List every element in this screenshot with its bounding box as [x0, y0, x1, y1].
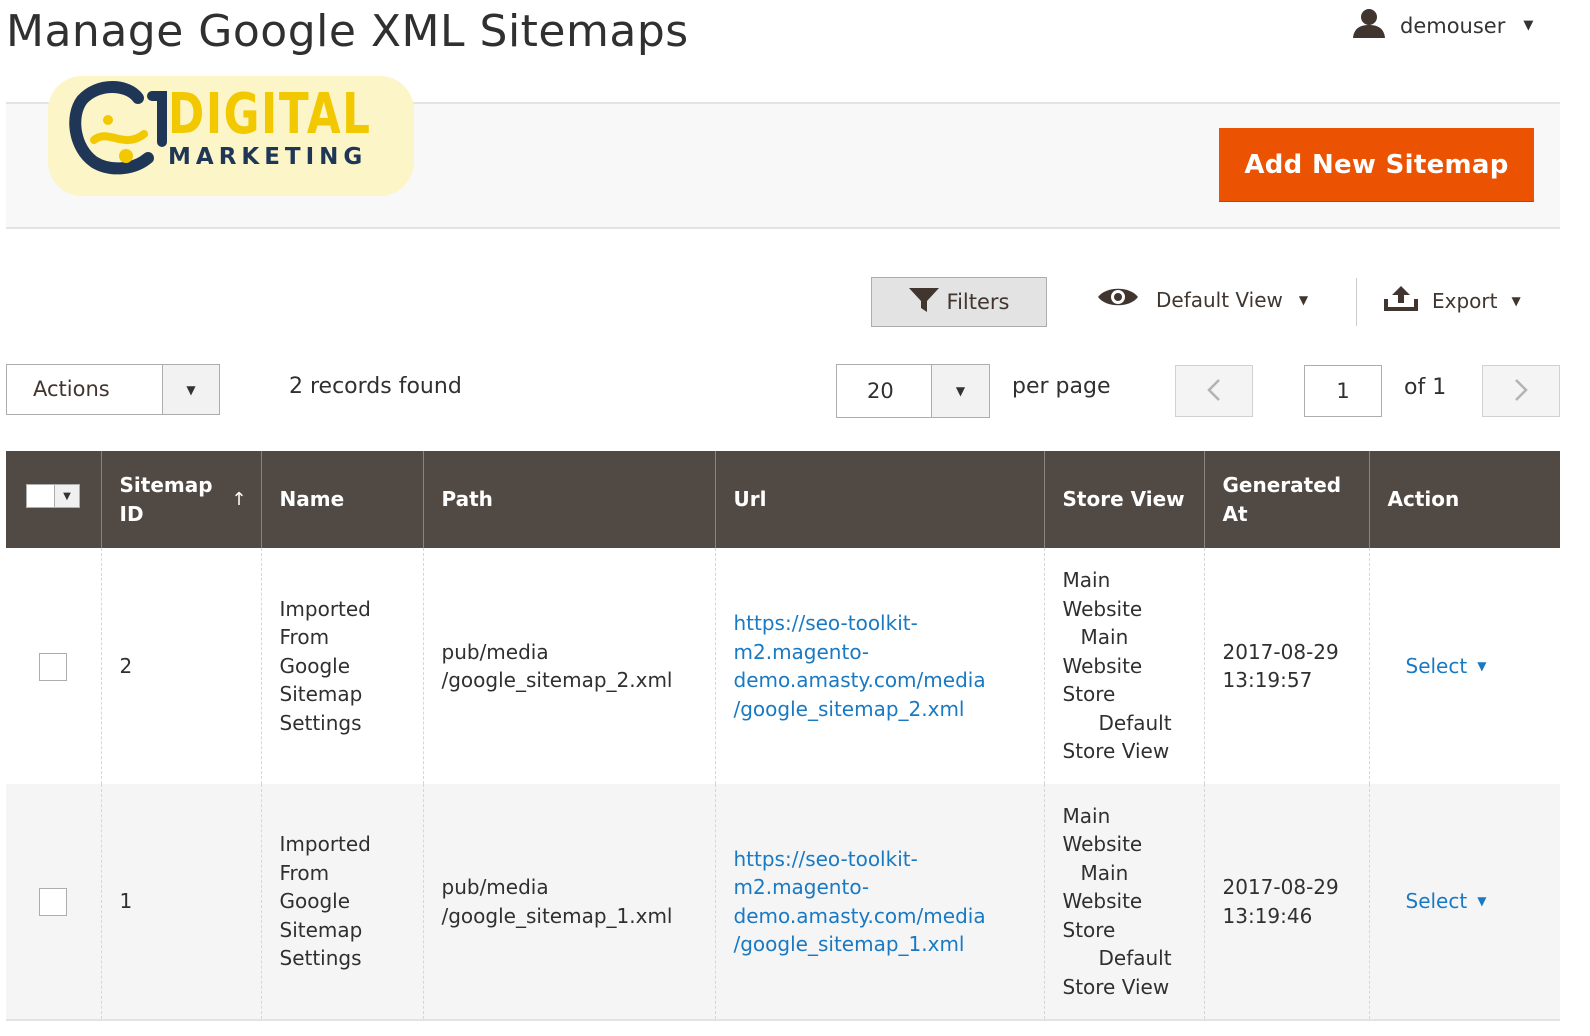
chevron-down-icon: ▼ [162, 365, 219, 414]
row-checkbox[interactable] [39, 652, 68, 681]
mass-actions-label: Actions [33, 377, 110, 401]
chevron-left-icon [1207, 375, 1221, 408]
sitemaps-grid: ▼ Sitemap ID ↑ Name Path Url Store View … [6, 451, 1560, 1021]
table-row: 2 Imported From Google Sitemap Settings … [6, 548, 1560, 784]
sitemap-url-link[interactable]: https://seo-toolkit- m2.magento- demo.am… [734, 609, 1026, 723]
path-cell: pub/media /google_sitemap_1.xml [422, 784, 715, 1021]
logo-text-marketing: MARKETING [168, 144, 368, 170]
user-menu[interactable]: demouser ▼ [1352, 8, 1533, 43]
per-page-dropdown[interactable]: 20 ▼ [836, 364, 990, 418]
records-found-count: 2 records found [289, 374, 462, 399]
default-view-label: Default View [1156, 287, 1283, 312]
default-view-dropdown[interactable]: Default View ▼ [1096, 285, 1308, 314]
chevron-down-icon: ▼ [1511, 293, 1521, 308]
previous-page-button[interactable] [1175, 365, 1253, 417]
column-sitemap-id[interactable]: Sitemap ID ↑ [100, 451, 261, 548]
user-icon [1352, 8, 1386, 43]
per-page-value: 20 [867, 379, 894, 403]
store-view-cell: Main Website Main Website Store Default … [1043, 784, 1204, 1021]
generated-at-cell: 2017-08-29 13:19:46 [1203, 784, 1369, 1021]
column-url[interactable]: Url [714, 451, 1044, 548]
action-cell: Select ▼ [1368, 784, 1560, 1021]
sitemap-id-cell: 2 [100, 548, 261, 784]
path-cell: pub/media /google_sitemap_2.xml [422, 548, 715, 784]
current-page-input[interactable] [1304, 365, 1382, 417]
column-label: Sitemap ID [119, 472, 213, 526]
eye-icon [1096, 285, 1140, 314]
chevron-down-icon: ▼ [1477, 658, 1487, 673]
user-name: demouser [1400, 13, 1506, 38]
action-cell: Select ▼ [1368, 548, 1560, 784]
row-action-select[interactable]: Select ▼ [1388, 652, 1487, 681]
export-label: Export [1432, 288, 1498, 313]
row-select-cell [6, 784, 101, 1021]
next-page-button[interactable] [1482, 365, 1560, 417]
chevron-down-icon: ▼ [931, 365, 989, 417]
column-store-view[interactable]: Store View [1043, 451, 1204, 548]
grid-header-row: ▼ Sitemap ID ↑ Name Path Url Store View … [6, 451, 1560, 548]
chevron-down-icon: ▼ [1477, 894, 1487, 909]
toolbar-divider [1356, 278, 1357, 326]
row-select-cell [6, 548, 101, 784]
filter-funnel-icon [908, 287, 939, 317]
chevron-down-icon: ▼ [1523, 18, 1534, 33]
sitemap-url-link[interactable]: https://seo-toolkit- m2.magento- demo.am… [734, 845, 1026, 959]
export-dropdown[interactable]: Export ▼ [1384, 285, 1521, 316]
column-name[interactable]: Name [260, 451, 423, 548]
digital-marketing-logo: DIGITAL MARKETING [48, 76, 414, 196]
url-cell: https://seo-toolkit- m2.magento- demo.am… [714, 784, 1044, 1021]
chevron-down-icon: ▼ [1298, 292, 1309, 307]
column-path[interactable]: Path [422, 451, 715, 548]
generated-at-cell: 2017-08-29 13:19:57 [1203, 548, 1369, 784]
export-upload-icon [1384, 285, 1418, 316]
logo-mark-icon [69, 81, 167, 175]
row-action-select[interactable]: Select ▼ [1388, 887, 1487, 916]
mass-select-column: ▼ [6, 451, 101, 548]
mass-actions-dropdown[interactable]: Actions ▼ [6, 364, 220, 415]
filters-label: Filters [946, 290, 1010, 314]
column-action: Action [1368, 451, 1560, 548]
name-cell: Imported From Google Sitemap Settings [260, 784, 423, 1021]
add-new-sitemap-button[interactable]: Add New Sitemap [1219, 128, 1534, 201]
chevron-right-icon [1514, 375, 1528, 408]
chevron-down-icon: ▼ [54, 485, 79, 507]
url-cell: https://seo-toolkit- m2.magento- demo.am… [714, 548, 1044, 784]
sort-ascending-icon: ↑ [231, 489, 247, 510]
per-page-label: per page [1012, 374, 1111, 399]
filters-button[interactable]: Filters [871, 277, 1047, 327]
table-row: 1 Imported From Google Sitemap Settings … [6, 784, 1560, 1021]
total-pages-label: of 1 [1404, 375, 1447, 400]
name-cell: Imported From Google Sitemap Settings [260, 548, 423, 784]
column-generated-at[interactable]: Generated At [1203, 451, 1369, 548]
sitemap-id-cell: 1 [100, 784, 261, 1021]
page-title: Manage Google XML Sitemaps [6, 6, 689, 57]
row-checkbox[interactable] [39, 888, 68, 917]
mass-select-checkbox[interactable]: ▼ [26, 484, 80, 508]
store-view-cell: Main Website Main Website Store Default … [1043, 548, 1204, 784]
logo-text-digital: DIGITAL [168, 82, 372, 147]
